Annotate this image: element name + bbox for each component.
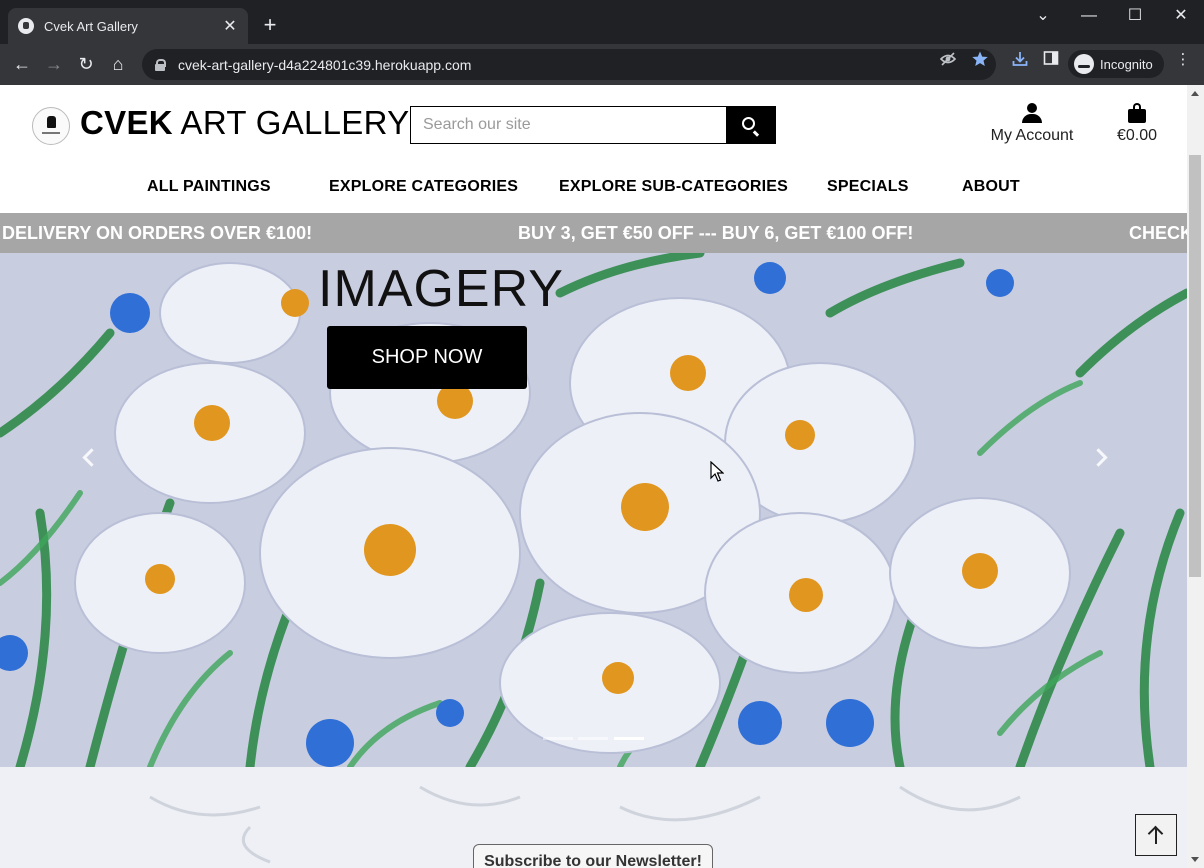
incognito-label: Incognito — [1100, 56, 1153, 72]
brand-bold: CVEK — [80, 104, 173, 141]
newsletter-subscribe-button[interactable]: Subscribe to our Newsletter! — [473, 844, 713, 868]
close-window-button[interactable]: ✕ — [1166, 4, 1196, 28]
site-favicon-icon — [18, 18, 34, 34]
new-tab-button[interactable]: + — [258, 12, 282, 38]
download-icon[interactable] — [1010, 50, 1030, 70]
address-bar[interactable]: cvek-art-gallery-d4a224801c39.herokuapp.… — [142, 49, 996, 80]
my-account-label: My Account — [990, 127, 1074, 144]
hero-carousel: IMAGERY SHOP NOW — [0, 253, 1187, 767]
tab-title: Cvek Art Gallery — [44, 18, 138, 34]
mouse-cursor-icon — [710, 461, 724, 482]
page-scrollbar[interactable] — [1187, 85, 1204, 868]
carousel-prev-icon[interactable] — [78, 447, 98, 467]
browser-tab[interactable]: Cvek Art Gallery ✕ — [8, 8, 248, 44]
home-button[interactable]: ⌂ — [106, 52, 130, 76]
tab-close-icon[interactable]: ✕ — [222, 16, 238, 36]
brand-rest: ART GALLERY — [180, 104, 410, 141]
carousel-next-icon[interactable] — [1090, 447, 1110, 467]
site-search — [410, 106, 776, 144]
carousel-indicator-3[interactable] — [614, 737, 644, 740]
forward-button[interactable]: → — [42, 52, 66, 76]
minimize-button[interactable]: — — [1074, 4, 1104, 28]
banner-message: DELIVERY ON ORDERS OVER €100! — [2, 223, 313, 243]
search-icon — [742, 117, 755, 130]
nav-specials[interactable]: SPECIALS — [827, 178, 909, 196]
shopping-bag-link[interactable]: €0.00 — [1112, 103, 1162, 145]
carousel-indicator-2[interactable] — [578, 737, 608, 740]
carousel-indicator-1[interactable] — [543, 737, 573, 740]
shop-now-button[interactable]: SHOP NOW — [327, 326, 527, 389]
shopping-bag-icon — [1128, 103, 1146, 123]
back-to-top-button[interactable] — [1135, 814, 1177, 856]
side-panel-icon[interactable] — [1041, 50, 1061, 70]
hero-painting-image — [0, 253, 1187, 767]
star-icon[interactable] — [970, 50, 990, 70]
lock-icon[interactable] — [154, 58, 166, 71]
banner-message: CHECK — [1129, 223, 1187, 243]
incognito-icon — [1074, 54, 1094, 74]
tab-search-icon[interactable]: ⌄ — [1028, 4, 1058, 28]
nav-about[interactable]: ABOUT — [962, 178, 1020, 196]
maximize-button[interactable]: ☐ — [1120, 4, 1150, 28]
search-input[interactable] — [411, 107, 726, 143]
scroll-up-arrow-icon[interactable] — [1191, 91, 1199, 96]
promo-banner: DELIVERY ON ORDERS OVER €100! BUY 3, GET… — [0, 213, 1187, 253]
cart-total: €0.00 — [1116, 127, 1158, 144]
my-account-link[interactable]: My Account — [988, 103, 1076, 145]
site-logo[interactable] — [32, 107, 70, 145]
browser-tab-strip: Cvek Art Gallery ✕ + ⌄ — ☐ ✕ — [0, 0, 1204, 44]
browser-menu-icon[interactable]: ⋮ — [1173, 50, 1193, 70]
incognito-profile-button[interactable]: Incognito — [1068, 50, 1164, 78]
carousel-indicators — [540, 737, 650, 741]
scrollbar-thumb[interactable] — [1189, 155, 1201, 577]
search-button[interactable] — [726, 107, 775, 143]
eye-off-icon[interactable] — [938, 50, 958, 70]
newsletter-section: Subscribe to our Newsletter! — [0, 767, 1187, 868]
user-icon — [1022, 103, 1042, 123]
hero-title: IMAGERY — [318, 260, 564, 318]
url-text[interactable]: cvek-art-gallery-d4a224801c39.herokuapp.… — [178, 57, 996, 73]
nav-all-paintings[interactable]: ALL PAINTINGS — [147, 178, 271, 196]
back-button[interactable]: ← — [10, 52, 34, 76]
main-nav: ALL PAINTINGS EXPLORE CATEGORIES EXPLORE… — [0, 173, 1187, 213]
banner-message: BUY 3, GET €50 OFF --- BUY 6, GET €100 O… — [518, 223, 914, 243]
browser-toolbar: ← → ↻ ⌂ cvek-art-gallery-d4a224801c39.he… — [0, 44, 1204, 85]
nav-explore-sub-categories[interactable]: EXPLORE SUB-CATEGORIES — [559, 178, 788, 196]
site-brand[interactable]: CVEK ART GALLERY — [80, 104, 409, 142]
scroll-down-arrow-icon[interactable] — [1191, 857, 1199, 862]
page-viewport: CVEK ART GALLERY My Account €0.00 ALL PA… — [0, 85, 1187, 868]
nav-explore-categories[interactable]: EXPLORE CATEGORIES — [329, 178, 518, 196]
reload-button[interactable]: ↻ — [74, 52, 98, 76]
